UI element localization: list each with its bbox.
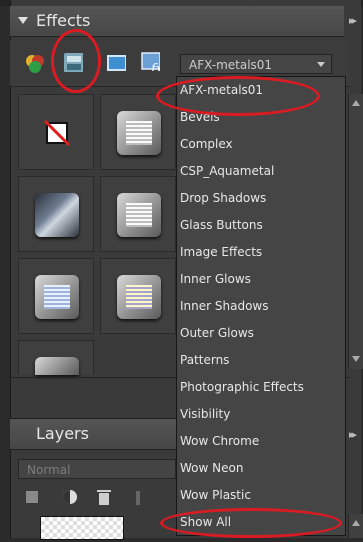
layer-styles-icon[interactable]: [63, 52, 83, 72]
layers-panel-title: Layers: [36, 424, 89, 443]
swatch-lines: [126, 203, 152, 227]
menu-item[interactable]: CSP_Aquametal: [180, 158, 340, 184]
metal-swatch: [35, 275, 79, 319]
effect-thumb[interactable]: [100, 258, 176, 334]
trash-icon[interactable]: [99, 493, 109, 505]
swatch-lines: [126, 285, 152, 309]
all-effects-icon[interactable]: [24, 53, 44, 73]
menu-item[interactable]: Wow Neon: [180, 455, 340, 481]
blend-mode-select[interactable]: Normal: [18, 459, 176, 479]
effects-library-dropdown[interactable]: AFX-metals01: [180, 54, 332, 74]
effects-scrollbar[interactable]: [348, 94, 363, 369]
effect-thumb[interactable]: [18, 176, 94, 252]
menu-item[interactable]: Wow Chrome: [180, 428, 340, 454]
metal-swatch: [117, 275, 161, 319]
dropdown-selected-label: AFX-metals01: [189, 58, 273, 72]
new-layer-icon[interactable]: [26, 491, 38, 503]
menu-item[interactable]: Patterns: [180, 347, 340, 373]
menu-item[interactable]: Show All: [180, 509, 340, 535]
effects-panel-header[interactable]: Effects: [10, 6, 344, 37]
metal-swatch: [117, 193, 161, 237]
menu-item[interactable]: Inner Glows: [180, 266, 340, 292]
scrollbar-arrows-icon: [352, 100, 360, 362]
layer-thumbnail[interactable]: [40, 516, 124, 540]
chevron-down-icon: [317, 62, 325, 67]
menu-item[interactable]: Drop Shadows: [180, 185, 340, 211]
link-icon[interactable]: [136, 491, 140, 505]
panel-expand-icon[interactable]: ▸▸: [349, 428, 357, 441]
effect-thumb[interactable]: [18, 258, 94, 334]
menu-item[interactable]: AFX-metals01: [180, 77, 340, 103]
effect-thumb[interactable]: [100, 176, 176, 252]
svg-text:fx: fx: [150, 62, 160, 71]
collapse-triangle-icon[interactable]: [18, 17, 28, 24]
menu-item[interactable]: Complex: [180, 131, 340, 157]
effects-library-menu: AFX-metals01 Bevels Complex CSP_Aquameta…: [176, 76, 346, 536]
menu-item[interactable]: Bevels: [180, 104, 340, 130]
menu-item[interactable]: Photographic Effects: [180, 374, 340, 400]
effects-panel-title: Effects: [36, 11, 91, 30]
menu-item[interactable]: Image Effects: [180, 239, 340, 265]
menu-item[interactable]: Outer Glows: [180, 320, 340, 346]
scroll-up-arrow-icon: [352, 520, 360, 526]
photo-effects-icon[interactable]: [106, 53, 126, 73]
effects-thumbnail-grid: [18, 94, 180, 375]
filters-fx-icon[interactable]: fx: [140, 51, 160, 71]
effect-thumb[interactable]: [18, 340, 94, 375]
swatch-lines: [126, 121, 152, 145]
layers-tool-icons: [26, 490, 140, 505]
layers-scrollbar[interactable]: [348, 514, 363, 538]
menu-item[interactable]: Glass Buttons: [180, 212, 340, 238]
metal-swatch: [35, 357, 79, 375]
effect-thumb[interactable]: [100, 94, 176, 170]
metal-swatch: [35, 193, 79, 237]
panel-expand-icon[interactable]: ▸▸: [349, 14, 357, 27]
menu-item[interactable]: Inner Shadows: [180, 293, 340, 319]
menu-item[interactable]: Visibility: [180, 401, 340, 427]
swatch-lines: [44, 285, 70, 309]
menu-item[interactable]: Wow Plastic: [180, 482, 340, 508]
effect-thumb-none[interactable]: [18, 94, 94, 170]
no-effect-icon: [43, 119, 71, 147]
metal-swatch: [117, 111, 161, 155]
